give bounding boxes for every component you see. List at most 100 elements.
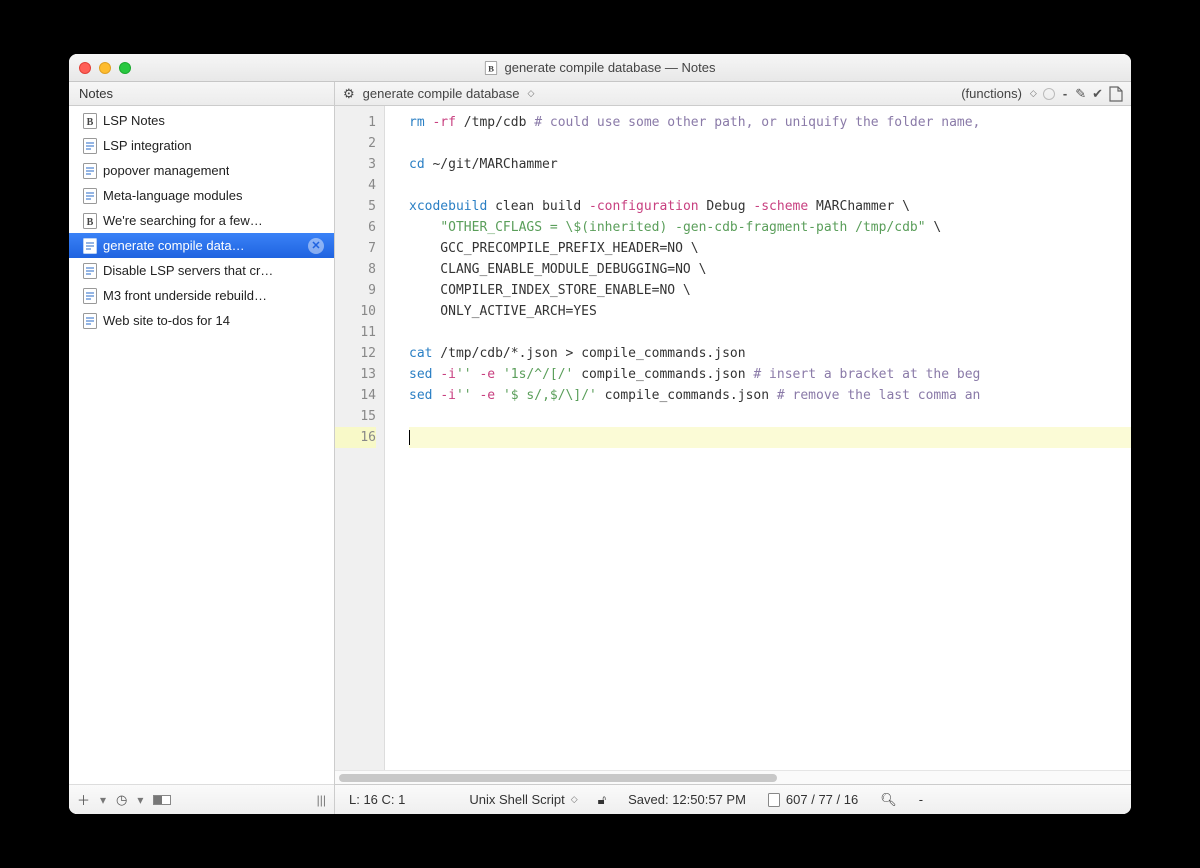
nav-doc-name[interactable]: generate compile database (363, 86, 520, 101)
gutter-line[interactable]: 2 (335, 133, 376, 154)
sidebar-item[interactable]: Web site to-dos for 14 (69, 308, 334, 333)
text-file-icon (83, 313, 97, 329)
pencil-icon[interactable]: ✎ (1075, 86, 1086, 102)
rich-text-file-icon (83, 113, 97, 129)
recent-icon[interactable]: ◷ (116, 792, 127, 808)
gutter-line[interactable]: 3 (335, 154, 376, 175)
code-area[interactable]: rm -rf /tmp/cdb # could use some other p… (385, 106, 1131, 770)
traffic-lights (79, 62, 131, 74)
horizontal-scrollbar[interactable] (335, 770, 1131, 784)
sidebar-item[interactable]: LSP Notes (69, 108, 334, 133)
app-window: generate compile database — Notes Notes … (69, 54, 1131, 814)
text-file-icon (83, 263, 97, 279)
sidebar-item[interactable]: M3 front underside rebuild… (69, 283, 334, 308)
gutter-line[interactable]: 13 (335, 364, 376, 385)
check-icon[interactable]: ✔ (1092, 86, 1103, 102)
sidebar-item-label: Meta-language modules (103, 188, 242, 203)
window-title: generate compile database — Notes (69, 60, 1131, 75)
sidebar-header[interactable]: Notes (69, 82, 334, 106)
columns-icon[interactable]: ||| (317, 793, 326, 807)
close-document-icon[interactable]: ✕ (308, 238, 324, 254)
code-line[interactable]: xcodebuild clean build -configuration De… (409, 196, 1131, 217)
zoom-indicator[interactable]: - (919, 792, 923, 807)
code-line[interactable] (409, 406, 1131, 427)
marker-dot-icon[interactable] (1043, 88, 1055, 100)
code-line[interactable]: ONLY_ACTIVE_ARCH=YES (409, 301, 1131, 322)
text-file-icon (83, 288, 97, 304)
editor[interactable]: 12345678910111213141516 rm -rf /tmp/cdb … (335, 106, 1131, 770)
view-toggle-icon[interactable] (153, 795, 171, 805)
scrollbar-thumb[interactable] (339, 774, 777, 782)
gutter-line[interactable]: 12 (335, 343, 376, 364)
functions-stepper-icon[interactable]: ◇ (1030, 88, 1035, 99)
code-line[interactable] (409, 427, 1131, 448)
save-status: Saved: 12:50:57 PM (628, 792, 746, 807)
sidebar-list: LSP Notes LSP integration popover manageme… (69, 106, 334, 784)
sidebar-item[interactable]: popover management (69, 158, 334, 183)
gutter-line[interactable]: 15 (335, 406, 376, 427)
gutter-line[interactable]: 6 (335, 217, 376, 238)
code-line[interactable] (409, 133, 1131, 154)
document-stats[interactable]: 607 / 77 / 16 (768, 792, 858, 807)
close-window-button[interactable] (79, 62, 91, 74)
code-line[interactable]: sed -i'' -e '1s/^/[/' compile_commands.j… (409, 364, 1131, 385)
sidebar-item-label: Disable LSP servers that cr… (103, 263, 273, 278)
cursor-position[interactable]: L: 16 C: 1 (349, 792, 405, 807)
text-file-icon (83, 238, 97, 254)
gutter-line[interactable]: 8 (335, 259, 376, 280)
nav-stepper-icon[interactable]: ◇ (528, 88, 533, 99)
code-line[interactable]: cd ~/git/MARChammer (409, 154, 1131, 175)
gutter-line[interactable]: 5 (335, 196, 376, 217)
gutter-line[interactable]: 14 (335, 385, 376, 406)
gutter-line[interactable]: 16 (335, 427, 376, 448)
search-icon[interactable]: 🔍︎ (880, 792, 897, 808)
main-panel: ⚙︎ generate compile database ◇ (function… (335, 82, 1131, 814)
text-file-icon (83, 188, 97, 204)
sidebar-item-label: popover management (103, 163, 229, 178)
titlebar[interactable]: generate compile database — Notes (69, 54, 1131, 82)
minimize-window-button[interactable] (99, 62, 111, 74)
add-dropdown-icon[interactable]: ▾ (100, 793, 106, 807)
add-icon[interactable]: ＋ (77, 790, 90, 809)
recent-dropdown-icon[interactable]: ▾ (137, 793, 143, 807)
lock-icon[interactable]: 🔓︎ (598, 792, 606, 808)
functions-popup[interactable]: (functions) (961, 86, 1022, 101)
statusbar: L: 16 C: 1 Unix Shell Script ◇ 🔓︎ Saved:… (335, 784, 1131, 814)
code-line[interactable]: rm -rf /tmp/cdb # could use some other p… (409, 112, 1131, 133)
gutter-line[interactable]: 7 (335, 238, 376, 259)
code-line[interactable]: cat /tmp/cdb/*.json > compile_commands.j… (409, 343, 1131, 364)
rich-text-file-icon (83, 213, 97, 229)
sidebar-item[interactable]: Meta-language modules (69, 183, 334, 208)
gutter-line[interactable]: 4 (335, 175, 376, 196)
gutter-line[interactable]: 1 (335, 112, 376, 133)
gear-icon[interactable]: ⚙︎ (343, 86, 355, 102)
language-popup[interactable]: Unix Shell Script ◇ (469, 792, 575, 807)
code-line[interactable]: COMPILER_INDEX_STORE_ENABLE=NO \ (409, 280, 1131, 301)
code-line[interactable]: sed -i'' -e '$ s/,$/\]/' compile_command… (409, 385, 1131, 406)
sidebar-item[interactable]: generate compile data… ✕ (69, 233, 334, 258)
sidebar-item-label: generate compile data… (103, 238, 245, 253)
sidebar-item-label: Web site to-dos for 14 (103, 313, 230, 328)
nav-bar: ⚙︎ generate compile database ◇ (function… (335, 82, 1131, 106)
code-line[interactable] (409, 175, 1131, 196)
text-file-icon (83, 163, 97, 179)
gutter-line[interactable]: 10 (335, 301, 376, 322)
new-document-icon[interactable] (1109, 86, 1123, 102)
code-line[interactable]: CLANG_ENABLE_MODULE_DEBUGGING=NO \ (409, 259, 1131, 280)
sidebar-item[interactable]: We're searching for a few… (69, 208, 334, 233)
code-line[interactable]: "OTHER_CFLAGS = \$(inherited) -gen-cdb-f… (409, 217, 1131, 238)
gutter-line[interactable]: 9 (335, 280, 376, 301)
sidebar-item-label: LSP integration (103, 138, 192, 153)
sidebar-item-label: M3 front underside rebuild… (103, 288, 267, 303)
text-file-icon (83, 138, 97, 154)
sidebar-footer: ＋ ▾ ◷ ▾ ||| (69, 784, 334, 814)
zoom-window-button[interactable] (119, 62, 131, 74)
sidebar-item[interactable]: LSP integration (69, 133, 334, 158)
gutter-line[interactable]: 11 (335, 322, 376, 343)
code-line[interactable]: GCC_PRECOMPILE_PREFIX_HEADER=NO \ (409, 238, 1131, 259)
line-gutter[interactable]: 12345678910111213141516 (335, 106, 385, 770)
code-line[interactable] (409, 322, 1131, 343)
sidebar: Notes LSP Notes LSP integration popover ma… (69, 82, 335, 814)
text-cursor (409, 430, 410, 445)
sidebar-item[interactable]: Disable LSP servers that cr… (69, 258, 334, 283)
